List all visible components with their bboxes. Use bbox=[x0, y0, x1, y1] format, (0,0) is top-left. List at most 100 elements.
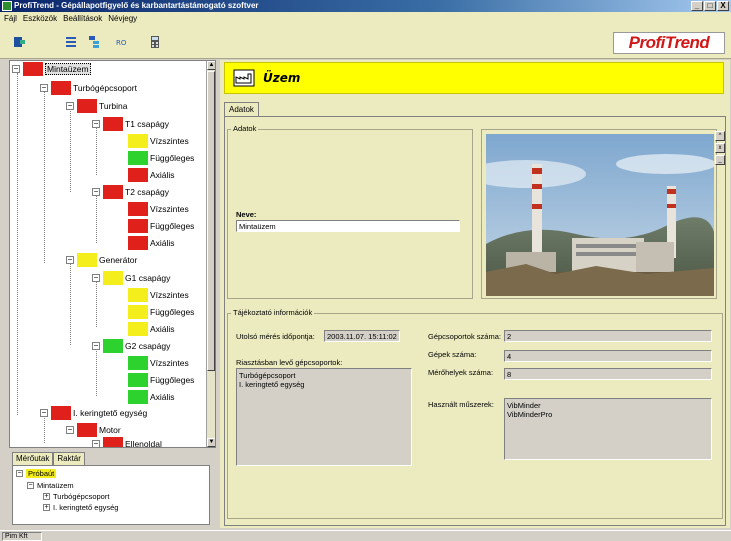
tree-node-label: Axiális bbox=[150, 170, 175, 180]
tree-node-point[interactable]: Axiális bbox=[128, 320, 175, 338]
tree-node-point[interactable]: Vízszintes bbox=[128, 200, 189, 218]
tab-storage[interactable]: Raktár bbox=[53, 452, 85, 465]
route-label: Mintaüzem bbox=[37, 481, 74, 490]
tree-node-label: Generátor bbox=[99, 255, 138, 265]
groups-count-label: Gépcsoportok száma: bbox=[428, 332, 501, 341]
list-item[interactable]: − Próbaút bbox=[16, 469, 57, 478]
tree-node-label: Függőleges bbox=[150, 221, 195, 231]
tree-node-point[interactable]: Függőleges bbox=[128, 149, 194, 167]
measure-point-icon bbox=[128, 134, 148, 148]
status-bar: Pim Kft bbox=[0, 530, 731, 541]
last-measure-label: Utolsó mérés időpontja: bbox=[236, 332, 315, 341]
tree-node-bearing[interactable]: − T1 csapágy bbox=[92, 115, 169, 133]
measure-point-icon bbox=[128, 373, 148, 387]
tree-node-group[interactable]: − Turbógépcsoport bbox=[40, 79, 137, 97]
menu-settings[interactable]: Beállítások bbox=[63, 12, 102, 25]
tree-node-label: G1 csapágy bbox=[125, 273, 171, 283]
tree-node-label: G2 csapágy bbox=[125, 341, 171, 351]
tree-icon[interactable] bbox=[86, 34, 102, 48]
asset-tree[interactable]: − Mintaüzem − Turbógépcsoport − Turbina … bbox=[9, 60, 216, 448]
plant-icon bbox=[23, 62, 43, 76]
measure-point-icon bbox=[128, 356, 148, 370]
tree-node-machine[interactable]: − Turbina bbox=[66, 97, 128, 115]
tab-routes[interactable]: Mérőutak bbox=[12, 452, 54, 465]
tree-node-label: Ellenoldal bbox=[125, 439, 162, 448]
tree-node-bearing[interactable]: − G1 csapágy bbox=[92, 269, 170, 287]
plant-photo bbox=[486, 134, 714, 296]
menu-about[interactable]: Névjegy bbox=[108, 12, 137, 25]
route-icon[interactable]: RO bbox=[114, 34, 130, 48]
factory-icon bbox=[233, 69, 255, 87]
collapse-icon[interactable]: − bbox=[92, 440, 100, 447]
collapse-icon[interactable]: − bbox=[66, 102, 74, 110]
list-item[interactable]: + I. keringtető egység bbox=[43, 503, 118, 512]
tree-node-plant[interactable]: − Mintaüzem bbox=[12, 61, 91, 78]
collapse-icon[interactable]: − bbox=[92, 120, 100, 128]
tree-node-bearing[interactable]: − G2 csapágy bbox=[92, 337, 170, 355]
tree-node-bearing[interactable]: − T2 csapágy bbox=[92, 183, 169, 201]
machines-count-label: Gépek száma: bbox=[428, 350, 477, 359]
expand-icon[interactable]: + bbox=[43, 493, 50, 500]
points-count-field: 8 bbox=[504, 368, 712, 380]
routes-tree[interactable]: − Próbaút − Mintaüzem + Turbógépcsoport … bbox=[12, 465, 210, 525]
alarm-groups-list[interactable]: Turbógépcsoport I. keringtető egység bbox=[236, 368, 412, 466]
maximize-button[interactable]: □ bbox=[704, 1, 716, 11]
tree-node-label: Függőleges bbox=[150, 153, 195, 163]
tree-node-point[interactable]: Vízszintes bbox=[128, 132, 189, 150]
tree-node-point[interactable]: Függőleges bbox=[128, 303, 194, 321]
minimize-button[interactable]: _ bbox=[691, 1, 703, 11]
tree-node-point[interactable]: Axiális bbox=[128, 166, 175, 184]
tree-node-point[interactable]: Vízszintes bbox=[128, 286, 189, 304]
photo-delete-icon[interactable]: x bbox=[715, 143, 725, 153]
tree-node-point[interactable]: Függőleges bbox=[128, 217, 194, 235]
exit-icon[interactable] bbox=[10, 34, 26, 48]
tree-node-point[interactable]: Vízszintes bbox=[128, 354, 189, 372]
expand-icon[interactable]: + bbox=[43, 504, 50, 511]
bearing-icon bbox=[103, 271, 123, 285]
photo-prev-icon[interactable]: ^ bbox=[715, 131, 725, 141]
menu-file[interactable]: Fájl bbox=[4, 12, 17, 25]
tree-scrollbar[interactable]: ▲ ▼ bbox=[206, 61, 215, 447]
tree-node-bearing[interactable]: − Ellenoldal bbox=[92, 435, 162, 448]
tree-node-machine[interactable]: − Generátor bbox=[66, 251, 137, 269]
collapse-icon[interactable]: − bbox=[92, 188, 100, 196]
measure-point-icon bbox=[128, 305, 148, 319]
instruments-list[interactable]: VibMinder VibMinderPro bbox=[504, 398, 712, 460]
list-item: I. keringtető egység bbox=[239, 380, 305, 389]
tree-node-label: Axiális bbox=[150, 324, 175, 334]
close-button[interactable]: X bbox=[717, 1, 729, 11]
list-item: Turbógépcsoport bbox=[239, 371, 296, 380]
lower-tabstrip: Mérőutak Raktár bbox=[12, 452, 85, 465]
photo-next-icon[interactable]: _ bbox=[715, 155, 725, 165]
menu-tools[interactable]: Eszközök bbox=[23, 12, 57, 25]
scroll-up-icon[interactable]: ▲ bbox=[207, 61, 215, 70]
groups-count-field: 2 bbox=[504, 330, 712, 342]
collapse-icon[interactable]: − bbox=[40, 409, 48, 417]
calculator-icon[interactable] bbox=[146, 34, 162, 48]
status-company: Pim Kft bbox=[2, 532, 42, 541]
collapse-icon[interactable]: − bbox=[92, 274, 100, 282]
tree-node-label: Vízszintes bbox=[150, 204, 189, 214]
detail-header: Üzem bbox=[224, 62, 724, 94]
list-icon[interactable] bbox=[62, 34, 78, 48]
collapse-icon[interactable]: − bbox=[92, 342, 100, 350]
tab-data[interactable]: Adatok bbox=[224, 102, 259, 116]
scroll-thumb[interactable] bbox=[207, 71, 215, 371]
name-field[interactable]: Mintaüzem bbox=[236, 220, 460, 232]
data-group: Adatok Neve: Mintaüzem bbox=[227, 124, 473, 299]
tree-node-point[interactable]: Függőleges bbox=[128, 371, 194, 389]
collapse-icon[interactable]: − bbox=[12, 65, 20, 73]
collapse-icon[interactable]: − bbox=[66, 426, 74, 434]
list-item[interactable]: − Mintaüzem bbox=[27, 481, 74, 490]
collapse-icon[interactable]: − bbox=[27, 482, 34, 489]
window-title: ProfiTrend - Gépállapotfigyelő és karban… bbox=[14, 1, 259, 10]
scroll-down-icon[interactable]: ▼ bbox=[207, 438, 215, 447]
collapse-icon[interactable]: − bbox=[66, 256, 74, 264]
collapse-icon[interactable]: − bbox=[40, 84, 48, 92]
measure-point-icon bbox=[128, 219, 148, 233]
brand-logo: ProfiTrend bbox=[613, 32, 725, 54]
tree-node-group[interactable]: − I. keringtető egység bbox=[40, 404, 147, 422]
tree-node-point[interactable]: Axiális bbox=[128, 234, 175, 252]
list-item[interactable]: + Turbógépcsoport bbox=[43, 492, 109, 501]
collapse-icon[interactable]: − bbox=[16, 470, 23, 477]
